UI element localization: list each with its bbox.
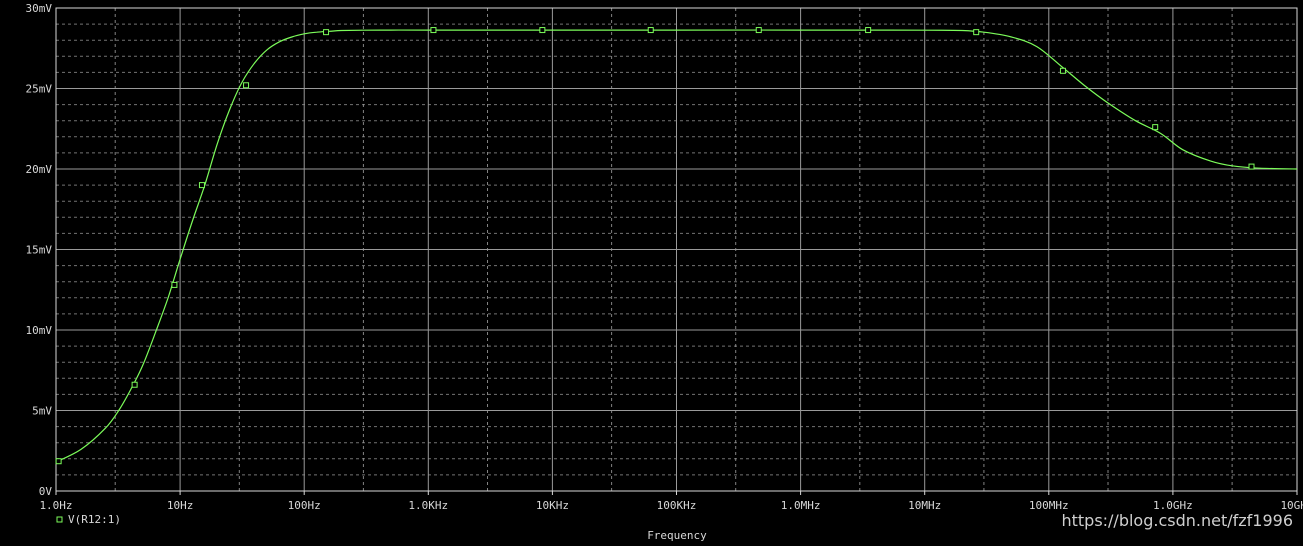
grid-lines	[56, 8, 1297, 491]
trace-marker	[431, 28, 436, 33]
trace-marker	[974, 30, 979, 35]
x-tick-label: 1.0KHz	[408, 499, 448, 512]
frequency-response-chart: 0V 5mV 10mV 15mV 20mV 25mV 30mV 1.0Hz 10Hz 100Hz 1…	[0, 0, 1303, 541]
trace-marker	[540, 28, 545, 33]
y-tick-label: 5mV	[32, 405, 52, 418]
trace-marker	[648, 28, 653, 33]
x-tick-label: 100Hz	[288, 499, 321, 512]
y-tick-label: 15mV	[26, 244, 53, 257]
tick-labels: 0V 5mV 10mV 15mV 20mV 25mV 30mV 1.0Hz 10Hz 100Hz 1…	[26, 2, 1303, 512]
x-tick-label: 100KHz	[657, 499, 697, 512]
trace-marker	[1060, 68, 1065, 73]
y-tick-label: 30mV	[26, 2, 53, 15]
trace-marker	[324, 30, 329, 35]
legend-marker-icon	[57, 517, 62, 522]
x-tick-label: 10Hz	[167, 499, 194, 512]
legend-series-label: V(R12:1)	[68, 513, 121, 526]
trace-marker	[199, 183, 204, 188]
x-tick-label: 1.0MHz	[781, 499, 821, 512]
trace-marker	[56, 459, 61, 464]
y-tick-label: 0V	[39, 485, 53, 498]
y-tick-label: 20mV	[26, 163, 53, 176]
trace-marker	[244, 83, 249, 88]
x-axis-title: Frequency	[647, 529, 707, 541]
y-tick-label: 10mV	[26, 324, 53, 337]
y-tick-label: 25mV	[26, 83, 53, 96]
chart-container: 0V 5mV 10mV 15mV 20mV 25mV 30mV 1.0Hz 10Hz 100Hz 1…	[0, 0, 1303, 541]
trace-marker	[132, 382, 137, 387]
trace-marker	[1153, 125, 1158, 130]
watermark-text: https://blog.csdn.net/fzf1996	[1061, 511, 1293, 530]
trace-marker	[866, 28, 871, 33]
trace-marker	[756, 28, 761, 33]
x-tick-label: 10MHz	[908, 499, 941, 512]
x-tick-label: 1.0Hz	[39, 499, 72, 512]
trace-marker	[172, 282, 177, 287]
legend: V(R12:1)	[57, 513, 121, 526]
trace-marker	[1249, 164, 1254, 169]
x-tick-label: 10KHz	[536, 499, 569, 512]
